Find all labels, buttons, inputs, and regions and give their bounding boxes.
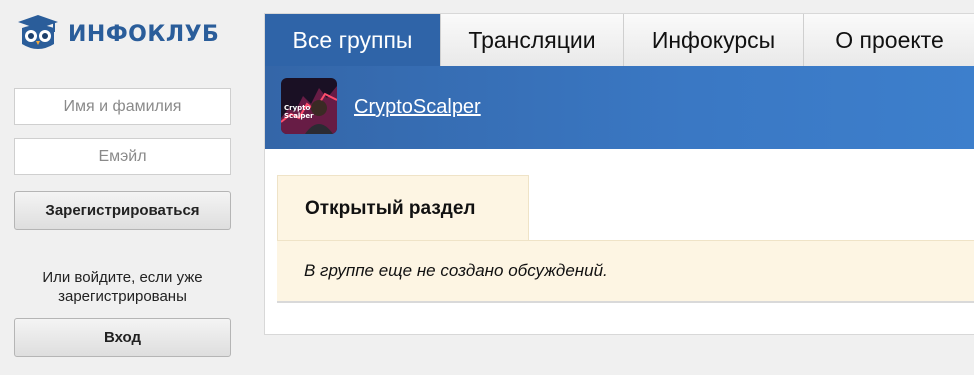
site-logo[interactable]: ИНФОКЛУБ xyxy=(14,14,219,54)
tab-infocourses[interactable]: Инфокурсы xyxy=(624,14,804,66)
tab-all-groups[interactable]: Все группы xyxy=(265,14,441,66)
login-button[interactable]: Вход xyxy=(14,318,231,357)
tab-about[interactable]: О проекте xyxy=(804,14,974,66)
main-panel: Все группы Трансляции Инфокурсы О проект… xyxy=(264,13,974,335)
group-name-link[interactable]: CryptoScalper xyxy=(354,96,481,119)
thumb-text-2: Scalper xyxy=(284,112,314,120)
top-nav-tabs: Все группы Трансляции Инфокурсы О проект… xyxy=(265,14,974,66)
email-field[interactable] xyxy=(14,138,231,175)
group-thumbnail-image: Crypto Scalper xyxy=(281,78,337,134)
name-field[interactable] xyxy=(14,88,231,125)
group-header: Crypto Scalper CryptoScalper xyxy=(265,66,974,149)
register-button[interactable]: Зарегистрироваться xyxy=(14,191,231,230)
login-hint: Или войдите, если уже зарегистрированы xyxy=(42,269,203,305)
thumb-text-1: Crypto xyxy=(284,104,311,112)
section-title[interactable]: Открытый раздел xyxy=(277,175,529,241)
tab-broadcasts[interactable]: Трансляции xyxy=(441,14,624,66)
empty-discussions-message: В группе еще не создано обсуждений. xyxy=(277,240,974,303)
owl-logo-icon xyxy=(18,15,58,49)
logo-text: ИНФОКЛУБ xyxy=(68,21,220,47)
group-avatar[interactable]: Crypto Scalper xyxy=(281,78,337,134)
